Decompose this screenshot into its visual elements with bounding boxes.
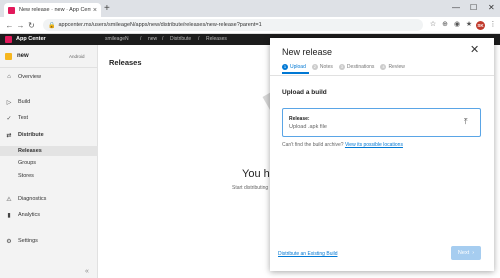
gear-icon: ⚙: [6, 238, 12, 245]
step-label: Review: [388, 63, 405, 70]
sidebar: new Android ⌂ Overview ▷ Build ✓ Test ⇄ …: [0, 45, 98, 278]
active-step-underline: [282, 72, 309, 74]
overview-icon: ⌂: [7, 74, 11, 80]
chevron-right-icon: ›: [472, 250, 475, 256]
breadcrumb-separator: /: [198, 36, 200, 42]
build-icon: ▷: [6, 99, 12, 106]
breadcrumb-distribute[interactable]: Distribute: [170, 35, 191, 44]
sidebar-item-label: Groups: [18, 160, 37, 166]
warning-icon: ⚠: [6, 196, 12, 203]
divider: [270, 75, 494, 76]
sidebar-item-label: Analytics: [18, 212, 41, 218]
sidebar-item-diagnostics[interactable]: ⚠ Diagnostics: [0, 194, 98, 204]
close-tab-icon[interactable]: ×: [93, 7, 97, 14]
panel-title: New release: [282, 47, 333, 57]
tab-title: New release · new · App Center: [19, 7, 91, 13]
sidebar-item-label: Distribute: [18, 132, 44, 138]
sidebar-item-label: Build: [18, 99, 31, 105]
profile-avatar[interactable]: SK: [476, 21, 485, 30]
next-button-label: Next: [457, 250, 470, 256]
close-icon[interactable]: ✕: [470, 44, 479, 56]
sidebar-item-analytics[interactable]: ▮ Analytics: [0, 210, 98, 220]
extension-icon[interactable]: ★: [464, 20, 474, 30]
back-icon[interactable]: ←: [4, 21, 15, 30]
page-title: Releases: [109, 58, 142, 67]
step-number: 1: [282, 63, 288, 70]
step-number: 4: [380, 63, 387, 70]
app-name: new: [17, 53, 29, 59]
upload-field-placeholder: Upload .apk file: [289, 124, 327, 130]
url-text[interactable]: appcenter.ms/users/smileageN/apps/new/di…: [58, 22, 261, 28]
sidebar-item-label: Test: [18, 115, 29, 121]
app-center-logo-icon: [5, 36, 12, 43]
distribute-existing-build-link[interactable]: Distribute an Existing Build: [278, 251, 337, 257]
step-upload[interactable]: 1 Upload: [282, 63, 306, 70]
breadcrumb-user[interactable]: smileageN: [105, 35, 129, 44]
sidebar-item-label: Diagnostics: [18, 196, 47, 202]
step-label: Destinations: [346, 63, 375, 70]
minimize-window-button[interactable]: —: [452, 2, 460, 14]
next-button[interactable]: Next ›: [451, 246, 481, 260]
browser-toolbar: ← → ↻ 🔒 appcenter.ms/users/smileageN/app…: [0, 17, 500, 34]
sidebar-item-label: Overview: [18, 74, 41, 80]
sidebar-item-overview[interactable]: ⌂ Overview: [0, 72, 98, 82]
close-window-button[interactable]: ✕: [488, 2, 495, 14]
bookmark-star-icon[interactable]: ☆: [428, 20, 438, 30]
wizard-steps: 1 Upload 2 Notes 3 Destinations 4 Review: [282, 62, 411, 71]
app-os-label: Android: [69, 54, 85, 59]
sidebar-item-groups[interactable]: Groups: [0, 158, 98, 168]
upload-field-label: Release:: [289, 116, 310, 122]
step-number: 2: [311, 63, 318, 70]
forward-icon[interactable]: →: [15, 21, 26, 30]
sidebar-item-build[interactable]: ▷ Build: [0, 97, 98, 107]
sidebar-item-label: Settings: [18, 238, 38, 244]
sidebar-item-label: Stores: [18, 173, 34, 179]
build-archive-hint: Can't find the build archive? View its p…: [282, 142, 403, 148]
maximize-window-button[interactable]: ☐: [470, 2, 477, 14]
sidebar-item-stores[interactable]: Stores: [0, 171, 98, 181]
distribute-icon: ⇄: [6, 132, 12, 139]
step-notes[interactable]: 2 Notes: [311, 63, 333, 70]
step-review[interactable]: 4 Review: [380, 63, 405, 70]
step-destinations[interactable]: 3 Destinations: [338, 63, 375, 70]
sidebar-item-test[interactable]: ✓ Test: [0, 113, 98, 123]
breadcrumb-separator: /: [162, 36, 164, 42]
sidebar-item-label: Releases: [18, 148, 42, 154]
app-center-title[interactable]: App Center: [16, 35, 46, 44]
analytics-icon: ▮: [7, 212, 11, 219]
reload-icon[interactable]: ↻: [26, 21, 37, 30]
upload-build-field[interactable]: Release: Upload .apk file ⤒: [282, 108, 481, 137]
breadcrumb-app[interactable]: new: [148, 35, 157, 44]
breadcrumb-releases[interactable]: Releases: [206, 35, 227, 44]
breadcrumb-separator: /: [140, 36, 142, 42]
hint-text: Can't find the build archive?: [282, 142, 344, 148]
new-release-panel: New release ✕ 1 Upload 2 Notes 3 Destina…: [270, 38, 494, 271]
address-bar[interactable]: 🔒 appcenter.ms/users/smileageN/apps/new/…: [43, 19, 423, 31]
step-number: 3: [338, 63, 345, 70]
app-center-favicon-icon: [8, 6, 15, 14]
extension-icon[interactable]: ⊕: [440, 20, 450, 30]
browser-menu-icon[interactable]: ⋮: [488, 20, 498, 30]
collapse-sidebar-icon[interactable]: «: [85, 268, 89, 275]
test-icon: ✓: [6, 115, 12, 122]
extension-icon[interactable]: ◉: [452, 20, 462, 30]
sidebar-item-distribute[interactable]: ⇄ Distribute: [0, 130, 98, 140]
app-selector[interactable]: new Android: [0, 45, 98, 68]
lock-icon: 🔒: [48, 22, 56, 29]
browser-tab-bar: New release · new · App Center × + — ☐ ✕: [0, 0, 500, 17]
empty-state-subtitle: Start distributing: [232, 185, 269, 191]
sidebar-item-settings[interactable]: ⚙ Settings: [0, 236, 98, 246]
new-tab-button[interactable]: +: [104, 2, 110, 16]
section-title: Upload a build: [282, 89, 327, 96]
step-label: Upload: [290, 63, 306, 70]
step-label: Notes: [319, 63, 333, 70]
app-icon: [5, 53, 12, 60]
upload-icon[interactable]: ⤒: [464, 117, 468, 127]
possible-locations-link[interactable]: View its possible locations: [345, 142, 403, 148]
browser-tab[interactable]: New release · new · App Center ×: [4, 3, 101, 17]
sidebar-item-releases[interactable]: Releases: [0, 146, 98, 156]
